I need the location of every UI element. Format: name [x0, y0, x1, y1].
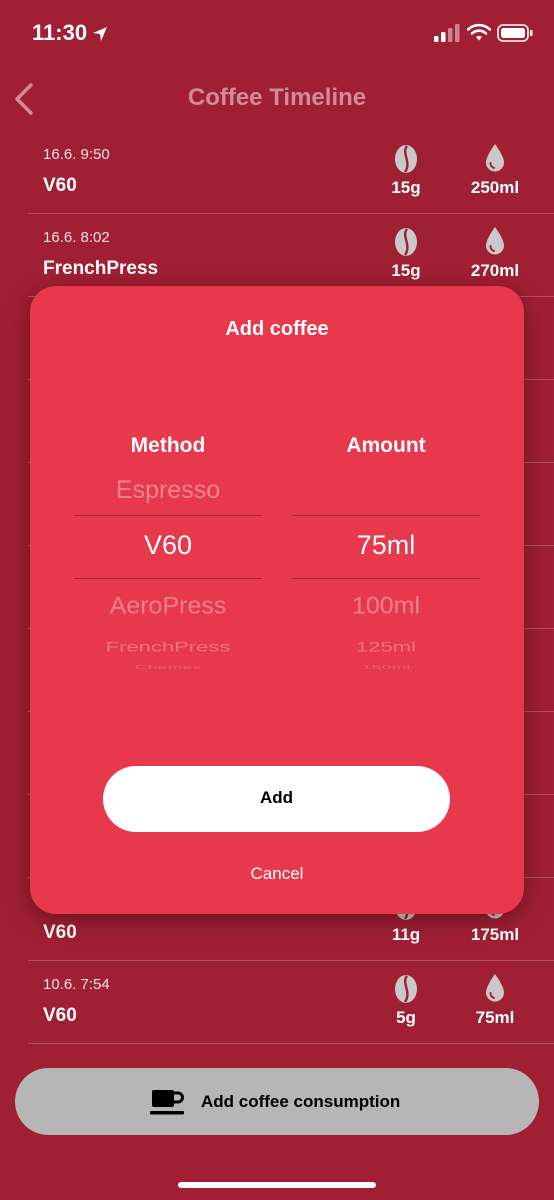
timeline-entry[interactable]: 10.6. 7:54 V60 5g 75ml [28, 960, 554, 1044]
picker-selection-line [74, 515, 262, 516]
entry-volume: 250ml [470, 178, 520, 197]
method-option-selected[interactable]: V60 [74, 530, 262, 561]
dialog-title: Add coffee [225, 318, 329, 340]
add-coffee-dialog: Add coffee Method Amount Espresso V60 Ae… [30, 286, 524, 914]
method-column-header: Method [130, 434, 206, 457]
timeline-entry[interactable]: 16.6. 9:50 V60 15g 250ml [28, 130, 554, 214]
coffee-bean-icon [395, 228, 417, 256]
picker-selection-line [74, 578, 262, 579]
entry-volume: 75ml [475, 1008, 515, 1027]
entry-weight: 11g [391, 925, 421, 944]
method-picker[interactable]: Espresso V60 AeroPress FrenchPress Cheme… [74, 472, 262, 682]
amount-option[interactable]: 125ml [292, 639, 480, 655]
wifi-icon [467, 23, 491, 41]
battery-icon [497, 24, 533, 42]
cellular-signal-icon [434, 24, 460, 42]
entry-volume: 175ml [470, 925, 520, 944]
amount-option[interactable]: 150ml [292, 664, 480, 670]
amount-option[interactable]: 100ml [292, 593, 480, 621]
entry-weight: 5g [396, 1008, 416, 1027]
method-option[interactable]: FrenchPress [74, 639, 262, 655]
water-drop-icon [486, 974, 504, 1002]
method-option[interactable]: AeroPress [74, 593, 262, 621]
status-time: 11:30 [32, 20, 88, 45]
navigation-bar: Coffee Timeline [0, 70, 554, 130]
amount-option-selected[interactable]: 75ml [292, 530, 480, 561]
coffee-cup-icon [150, 1090, 184, 1115]
water-drop-icon [486, 227, 504, 255]
status-bar: 11:30 [0, 0, 554, 70]
home-indicator [178, 1182, 376, 1188]
method-option[interactable]: Chemex [74, 664, 262, 670]
entry-weight: 15g [391, 178, 421, 197]
cancel-button[interactable]: Cancel [30, 864, 524, 884]
entry-date: 10.6. 7:54 [43, 976, 110, 993]
add-button[interactable]: Add [103, 766, 450, 832]
amount-picker[interactable]: 75ml 100ml 125ml 150ml [292, 472, 480, 682]
entry-volume: 270ml [470, 261, 520, 280]
location-arrow-icon [93, 27, 107, 41]
picker-selection-line [292, 578, 480, 579]
entry-date: 16.6. 9:50 [43, 146, 110, 163]
entry-date: 16.6. 8:02 [43, 229, 110, 246]
coffee-bean-icon [395, 145, 417, 173]
coffee-bean-icon [395, 975, 417, 1003]
entry-method: FrenchPress [43, 258, 159, 279]
entry-method: V60 [43, 175, 77, 196]
entry-weight: 15g [391, 261, 421, 280]
entry-method: V60 [43, 1005, 77, 1026]
add-coffee-consumption-button[interactable]: Add coffee consumption [15, 1068, 539, 1135]
add-coffee-consumption-label: Add coffee consumption [201, 1092, 401, 1111]
timeline-entry[interactable]: 16.6. 8:02 FrenchPress 15g 270ml [28, 213, 554, 297]
entry-method: V60 [43, 922, 77, 943]
add-button-label: Add [259, 788, 294, 807]
amount-column-header: Amount [346, 434, 426, 457]
method-option[interactable]: Espresso [74, 476, 262, 505]
page-title: Coffee Timeline [187, 84, 367, 111]
water-drop-icon [486, 144, 504, 172]
picker-selection-line [292, 515, 480, 516]
